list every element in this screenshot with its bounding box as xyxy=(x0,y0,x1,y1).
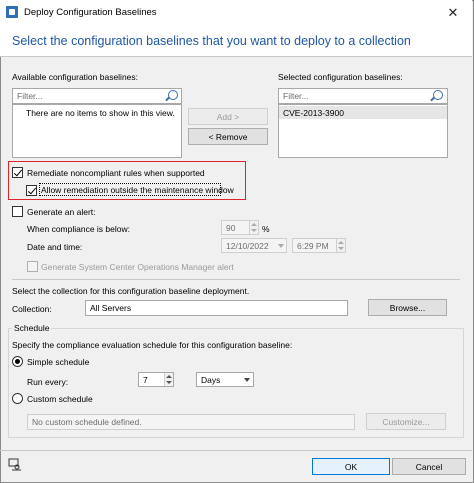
chevron-down-icon xyxy=(244,378,250,382)
spin-up-icon xyxy=(166,375,172,378)
simple-schedule-label: Simple schedule xyxy=(27,357,90,367)
percent-label: % xyxy=(262,224,270,234)
time-spinner[interactable] xyxy=(336,239,345,252)
remove-button[interactable]: < Remove xyxy=(188,128,268,145)
custom-schedule-label: Custom schedule xyxy=(27,394,93,404)
browse-button[interactable]: Browse... xyxy=(368,299,447,316)
available-filter-input[interactable]: Filter... xyxy=(12,88,182,104)
available-filter-placeholder: Filter... xyxy=(17,91,43,101)
compliance-spinner[interactable] xyxy=(249,221,258,234)
footer-divider xyxy=(0,450,472,451)
selected-filter-placeholder: Filter... xyxy=(283,91,309,101)
generate-alert-checkbox[interactable] xyxy=(12,206,23,217)
header-divider xyxy=(0,56,472,57)
page-heading: Select the configuration baselines that … xyxy=(12,34,411,48)
custom-schedule-radio[interactable] xyxy=(12,393,23,404)
app-icon xyxy=(6,6,18,18)
allow-outside-window-label: Allow remediation outside the maintenanc… xyxy=(41,185,234,195)
spin-down-icon xyxy=(166,381,172,384)
scom-alert-label: Generate System Center Operations Manage… xyxy=(41,262,234,272)
search-icon[interactable] xyxy=(433,90,443,100)
user-feedback-icon[interactable] xyxy=(8,458,22,472)
chevron-down-icon xyxy=(278,244,284,248)
compliance-threshold-label: When compliance is below: xyxy=(27,224,130,234)
available-baselines-label: Available configuration baselines: xyxy=(12,72,139,82)
schedule-instruction: Specify the compliance evaluation schedu… xyxy=(12,340,293,350)
selected-filter-input[interactable]: Filter... xyxy=(278,88,448,104)
date-time-label: Date and time: xyxy=(27,242,83,252)
selected-baseline-item: CVE-2013-3900 xyxy=(283,108,344,118)
customize-button[interactable]: Customize... xyxy=(366,413,446,430)
remediate-checkbox[interactable] xyxy=(12,167,23,178)
run-every-spinner[interactable] xyxy=(164,373,173,386)
run-every-label: Run every: xyxy=(27,377,69,387)
window-title: Deploy Configuration Baselines xyxy=(24,7,157,18)
add-button[interactable]: Add > xyxy=(188,108,268,125)
generate-alert-label: Generate an alert: xyxy=(27,207,96,217)
custom-schedule-field[interactable]: No custom schedule defined. xyxy=(27,414,355,430)
selected-baselines-label: Selected configuration baselines: xyxy=(278,72,403,82)
simple-schedule-radio[interactable] xyxy=(12,356,23,367)
collection-instruction: Select the collection for this configura… xyxy=(12,286,250,296)
close-button[interactable]: ✕ xyxy=(440,3,466,23)
collection-label: Collection: xyxy=(12,304,52,314)
allow-outside-window-checkbox[interactable] xyxy=(26,185,37,196)
section-divider xyxy=(12,279,460,280)
spin-down-icon xyxy=(251,229,257,232)
scom-alert-checkbox[interactable] xyxy=(27,261,38,272)
schedule-group-label: Schedule xyxy=(12,323,52,333)
available-empty-message: There are no items to show in this view. xyxy=(26,108,175,118)
search-icon[interactable] xyxy=(168,90,178,100)
spin-up-icon xyxy=(251,223,257,226)
remediate-label: Remediate noncompliant rules when suppor… xyxy=(27,168,205,178)
cancel-button[interactable]: Cancel xyxy=(392,458,466,475)
spin-up-icon xyxy=(338,241,344,244)
spin-down-icon xyxy=(338,247,344,250)
collection-field[interactable]: All Servers xyxy=(85,300,348,316)
ok-button[interactable]: OK xyxy=(312,458,390,475)
